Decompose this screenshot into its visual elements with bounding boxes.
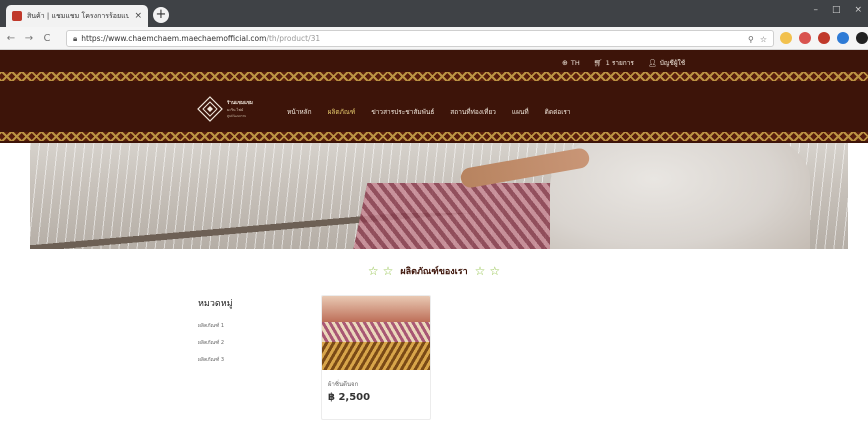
hero-banner-image bbox=[30, 143, 848, 249]
nav-item-news[interactable]: ข่าวสารประชาสัมพันธ์ bbox=[371, 107, 434, 117]
site-logo[interactable]: ร้านแชมแชม มะริน ไฟน์ ศูนย์วัฒนธรรม bbox=[197, 96, 253, 122]
woven-fabric bbox=[352, 183, 578, 249]
reload-icon[interactable]: C bbox=[40, 33, 54, 44]
tab-title: สินค้า | แชมแชม โครงการร้อยแปดพันฝ้าย bbox=[27, 11, 130, 20]
category-sidebar: หมวดหมู่ ผลิตภัณฑ์ 1 ผลิตภัณฑ์ 2 ผลิตภัณ… bbox=[198, 296, 233, 373]
extension-icon[interactable] bbox=[837, 32, 849, 44]
site-header: ⊕ TH 🛒︎ 1 รายการ 👤︎ บัญชีผู้ใช้ ร้านแชมแ… bbox=[0, 50, 868, 143]
main-nav: หน้าหลัก ผลิตภัณฑ์ ข่าวสารประชาสัมพันธ์ … bbox=[287, 107, 571, 117]
zoom-icon[interactable]: ⚲ bbox=[748, 35, 754, 44]
nav-item-home[interactable]: หน้าหลัก bbox=[287, 107, 312, 117]
window-controls: – □ × bbox=[813, 5, 862, 15]
star-icon: ☆ bbox=[489, 264, 501, 278]
url-host: https://www.chaemchaem.maechaemofficial.… bbox=[81, 34, 267, 43]
category-item[interactable]: ผลิตภัณฑ์ 3 bbox=[198, 356, 233, 364]
account-label: บัญชีผู้ใช้ bbox=[659, 59, 686, 67]
cart-label: 1 รายการ bbox=[605, 59, 634, 67]
logo-text: ร้านแชมแชม มะริน ไฟน์ ศูนย์วัฒนธรรม bbox=[227, 99, 253, 119]
logo-line: มะริน ไฟน์ bbox=[227, 108, 244, 112]
product-price: ฿ 2,500 bbox=[328, 392, 371, 403]
decorative-pattern-band bbox=[0, 132, 868, 141]
forward-icon[interactable]: → bbox=[22, 33, 36, 44]
url-path: /th/product/31 bbox=[266, 34, 321, 43]
logo-line: ร้านแชมแชม bbox=[227, 101, 253, 106]
product-image[interactable] bbox=[322, 296, 430, 370]
category-heading: หมวดหมู่ bbox=[198, 299, 233, 309]
nav-item-contact[interactable]: ติดต่อเรา bbox=[545, 107, 571, 117]
language-label: TH bbox=[570, 59, 580, 67]
extension-icon[interactable] bbox=[799, 32, 811, 44]
nav-item-map[interactable]: แผนที่ bbox=[512, 107, 529, 117]
lock-icon: 🔒︎ bbox=[73, 33, 78, 43]
logo-icon bbox=[197, 96, 223, 122]
product-card[interactable]: ผ้าซิ่นตีนจก ฿ 2,500 bbox=[321, 295, 431, 420]
user-icon: 👤︎ bbox=[647, 59, 657, 67]
browser-toolbar: ← → C 🔒︎ https://www.chaemchaem.maechaem… bbox=[0, 27, 868, 50]
decorative-pattern-band bbox=[0, 72, 868, 81]
back-icon[interactable]: ← bbox=[4, 33, 18, 44]
pinterest-icon[interactable] bbox=[818, 32, 830, 44]
category-item[interactable]: ผลิตภัณฑ์ 2 bbox=[198, 339, 233, 347]
globe-icon: ⊕ bbox=[562, 59, 568, 67]
new-tab-button[interactable]: + bbox=[153, 7, 169, 23]
browser-tab[interactable]: สินค้า | แชมแชม โครงการร้อยแปดพันฝ้าย × bbox=[6, 5, 148, 27]
fabric-pattern bbox=[322, 342, 430, 370]
profile-icon[interactable] bbox=[856, 32, 868, 44]
url-actions: ⚲ ☆ bbox=[748, 31, 767, 48]
bookmark-star-icon[interactable]: ☆ bbox=[760, 35, 767, 44]
cart-icon: 🛒︎ bbox=[593, 59, 603, 67]
close-tab-icon[interactable]: × bbox=[134, 11, 142, 21]
maximize-icon[interactable]: □ bbox=[832, 5, 841, 15]
star-icon: ☆ bbox=[382, 264, 394, 278]
language-switch[interactable]: ⊕ TH bbox=[562, 59, 580, 67]
nav-item-attractions[interactable]: สถานที่ท่องเที่ยว bbox=[450, 107, 496, 117]
address-bar[interactable]: 🔒︎ https://www.chaemchaem.maechaemoffici… bbox=[66, 30, 774, 47]
category-item[interactable]: ผลิตภัณฑ์ 1 bbox=[198, 322, 233, 330]
fabric-pattern bbox=[322, 322, 430, 342]
star-icon: ☆ bbox=[474, 264, 486, 278]
star-icon: ☆ bbox=[367, 264, 379, 278]
utility-bar: ⊕ TH 🛒︎ 1 รายการ 👤︎ บัญชีผู้ใช้ bbox=[562, 58, 685, 68]
cart-link[interactable]: 🛒︎ 1 รายการ bbox=[594, 58, 634, 68]
logo-line: ศูนย์วัฒนธรรม bbox=[227, 114, 247, 118]
section-title: ผลิตภัณฑ์ของเรา bbox=[400, 267, 468, 277]
url-text: https://www.chaemchaem.maechaemofficial.… bbox=[81, 34, 320, 43]
extension-icons bbox=[780, 32, 868, 44]
section-heading: ☆ ☆ ผลิตภัณฑ์ของเรา ☆ ☆ bbox=[0, 264, 868, 278]
minimize-icon[interactable]: – bbox=[813, 5, 818, 15]
extension-icon[interactable] bbox=[780, 32, 792, 44]
browser-tab-bar: สินค้า | แชมแชม โครงการร้อยแปดพันฝ้าย × … bbox=[0, 0, 868, 27]
product-name[interactable]: ผ้าซิ่นตีนจก bbox=[328, 379, 430, 389]
account-link[interactable]: 👤︎ บัญชีผู้ใช้ bbox=[648, 58, 685, 68]
close-window-icon[interactable]: × bbox=[854, 5, 862, 15]
nav-item-products[interactable]: ผลิตภัณฑ์ bbox=[328, 107, 356, 117]
site-favicon-icon bbox=[12, 11, 22, 21]
